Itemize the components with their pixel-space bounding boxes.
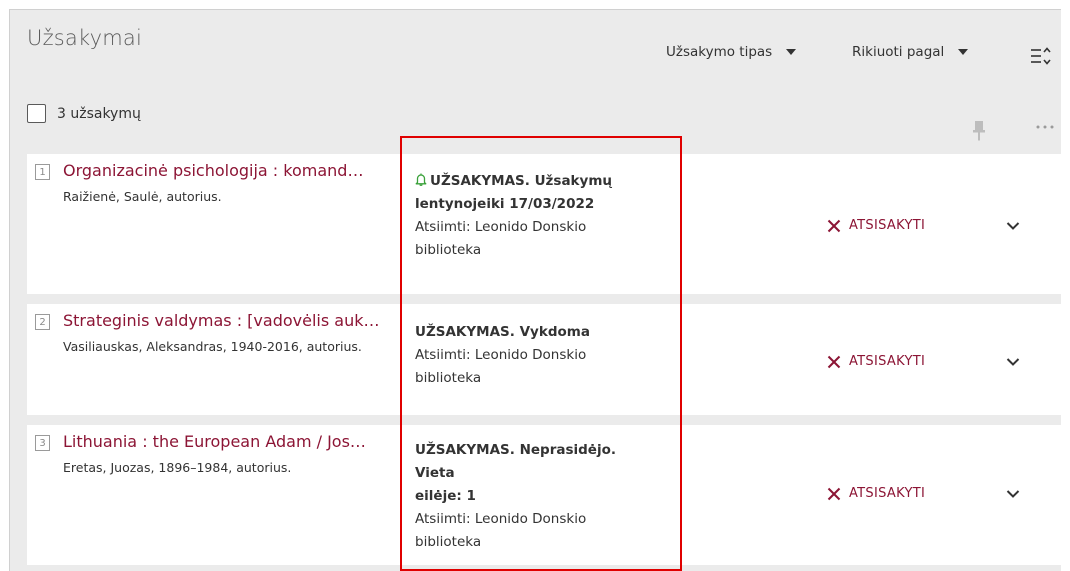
chevron-down-icon[interactable] <box>1006 489 1020 499</box>
sort-by-label: Rikiuoti pagal <box>852 44 945 60</box>
pickup-location: Atsiimti: Leonido Donskio <box>415 347 587 363</box>
request-type-label: Užsakymo tipas <box>666 44 773 60</box>
more-icon[interactable] <box>1034 122 1056 132</box>
item-author: Eretas, Juozas, 1896–1984, autorius. <box>63 460 292 475</box>
status-text: UŽSAKYMAS. Neprasidėjo. Vieta <box>415 442 616 481</box>
bell-icon <box>415 173 427 186</box>
request-status: UŽSAKYMAS. Neprasidėjo. Vieta eilėje: 1 … <box>415 439 655 554</box>
item-title-link[interactable]: Organizacinė psichologija : komand… <box>63 161 363 180</box>
request-status: UŽSAKYMAS. Vykdoma Atsiimti: Leonido Don… <box>415 321 655 390</box>
status-text: UŽSAKYMAS. Užsakymų <box>430 173 613 189</box>
item-index: 3 <box>35 435 50 451</box>
pickup-location-continued: biblioteka <box>415 534 482 550</box>
pickup-location-continued: biblioteka <box>415 242 482 258</box>
request-status: UŽSAKYMAS. Užsakymų lentynojeiki 17/03/2… <box>415 170 655 262</box>
cancel-request-button[interactable]: ATSISAKYTI <box>827 486 925 501</box>
select-all-control: 3 užsakymų <box>27 104 141 123</box>
request-item[interactable]: 3 Lithuania : the European Adam / Jos… E… <box>27 425 1061 565</box>
item-author: Vasiliauskas, Aleksandras, 1940-2016, au… <box>63 339 362 354</box>
pin-icon[interactable] <box>972 121 986 141</box>
cancel-label: ATSISAKYTI <box>849 486 926 501</box>
chevron-down-icon[interactable] <box>1006 221 1020 231</box>
status-text-continued: eilėje: 1 <box>415 488 476 504</box>
pickup-location: Atsiimti: Leonido Donskio <box>415 219 587 235</box>
status-text-continued: lentynojeiki 17/03/2022 <box>415 196 595 212</box>
cancel-request-button[interactable]: ATSISAKYTI <box>827 354 925 369</box>
request-item[interactable]: 1 Organizacinė psichologija : komand… Ra… <box>27 154 1061 294</box>
chevron-down-icon[interactable] <box>1006 357 1020 367</box>
item-index: 1 <box>35 164 50 180</box>
select-all-checkbox[interactable] <box>27 104 46 123</box>
request-type-dropdown[interactable]: Užsakymo tipas <box>666 44 797 60</box>
item-title-link[interactable]: Strateginis valdymas : [vadovėlis auk… <box>63 311 379 330</box>
caret-down-icon <box>958 49 969 55</box>
item-title-link[interactable]: Lithuania : the European Adam / Jos… <box>63 432 366 451</box>
request-count: 3 užsakymų <box>57 105 141 122</box>
cancel-label: ATSISAKYTI <box>849 354 926 369</box>
page-title: Užsakymai <box>27 26 143 50</box>
close-icon <box>827 355 841 368</box>
close-icon <box>827 487 841 500</box>
item-index: 2 <box>35 314 50 330</box>
pickup-location-continued: biblioteka <box>415 370 482 386</box>
cancel-label: ATSISAKYTI <box>849 218 926 233</box>
sort-by-dropdown[interactable]: Rikiuoti pagal <box>852 44 969 60</box>
cancel-request-button[interactable]: ATSISAKYTI <box>827 218 925 233</box>
request-item[interactable]: 2 Strateginis valdymas : [vadovėlis auk…… <box>27 304 1061 415</box>
pickup-location: Atsiimti: Leonido Donskio <box>415 511 587 527</box>
sort-filter-icon[interactable] <box>1030 46 1052 66</box>
item-author: Raižienė, Saulė, autorius. <box>63 189 222 204</box>
caret-down-icon <box>786 49 797 55</box>
close-icon <box>827 219 841 232</box>
status-text: UŽSAKYMAS. Vykdoma <box>415 324 590 340</box>
